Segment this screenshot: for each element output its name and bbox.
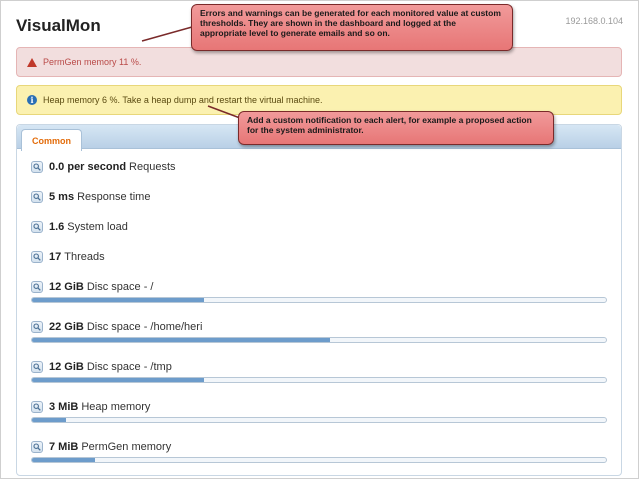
metric-line: 17 Threads [31,250,611,264]
metric-label: Response time [77,191,151,203]
magnifier-icon[interactable] [31,401,43,413]
metric-value: 1.6 [49,221,65,233]
usage-bar-fill [32,338,331,342]
metric-value: 12 GiB [49,281,84,293]
metric-value: 12 GiB [49,361,84,373]
metric-row: 22 GiB Disc space - /home/heri [31,320,611,343]
metric-line: 5 ms Response time [31,190,611,204]
metric-line: 22 GiB Disc space - /home/heri [31,320,611,334]
metric-row: 12 GiB Disc space - /tmp [31,360,611,383]
metric-label: Disc space - /tmp [86,361,172,373]
magnifier-icon[interactable] [31,191,43,203]
app-title: VisualMon [16,16,101,35]
metric-row: 7 MiB PermGen memory [31,440,611,463]
metric-label: Threads [64,251,105,263]
warning-triangle-icon [27,57,37,67]
callout-thresholds: Errors and warnings can be generated for… [191,4,513,51]
metric-line: 0.0 per second Requests [31,160,611,174]
usage-bar-fill [32,298,205,302]
info-icon: i [27,95,37,105]
magnifier-icon[interactable] [31,161,43,173]
metric-line: 12 GiB Disc space - / [31,280,611,294]
tab-common[interactable]: Common [21,129,82,151]
usage-bar-fill [32,458,96,462]
metric-line: 1.6 System load [31,220,611,234]
metric-row: 0.0 per second Requests [31,160,611,174]
metric-label: Heap memory [81,401,151,413]
magnifier-icon[interactable] [31,361,43,373]
metric-value: 17 [49,251,62,263]
metric-row: 3 MiB Heap memory [31,400,611,423]
metric-label: Disc space - /home/heri [86,321,203,333]
error-alert: PermGen memory 11 %. [16,47,622,77]
warning-alert-text: Heap memory 6 %. Take a heap dump and re… [43,95,323,105]
magnifier-icon[interactable] [31,221,43,233]
usage-bar-fill [32,378,205,382]
metric-row: 1.6 System load [31,220,611,234]
usage-bar-fill [32,418,67,422]
magnifier-icon[interactable] [31,441,43,453]
metric-value: 7 MiB [49,441,79,453]
callout-notification: Add a custom notification to each alert,… [238,111,554,145]
usage-bar [31,297,607,303]
metric-label: PermGen memory [81,441,172,453]
usage-bar [31,417,607,423]
metric-line: 7 MiB PermGen memory [31,440,611,454]
metric-line: 12 GiB Disc space - /tmp [31,360,611,374]
metric-row: 12 GiB Disc space - / [31,280,611,303]
metric-value: 3 MiB [49,401,79,413]
metric-label: Requests [129,161,176,173]
metric-value: 5 ms [49,191,75,203]
metric-row: 17 Threads [31,250,611,264]
magnifier-icon[interactable] [31,321,43,333]
metric-label: System load [67,221,128,233]
host-address: 192.168.0.104 [565,16,623,26]
usage-bar [31,377,607,383]
metric-line: 3 MiB Heap memory [31,400,611,414]
metric-row: 5 ms Response time [31,190,611,204]
metric-value: 0.0 per second [49,161,127,173]
magnifier-icon[interactable] [31,251,43,263]
usage-bar [31,337,607,343]
error-alert-text: PermGen memory 11 %. [43,57,142,67]
magnifier-icon[interactable] [31,281,43,293]
metric-label: Disc space - / [86,281,154,293]
metric-value: 22 GiB [49,321,84,333]
usage-bar [31,457,607,463]
